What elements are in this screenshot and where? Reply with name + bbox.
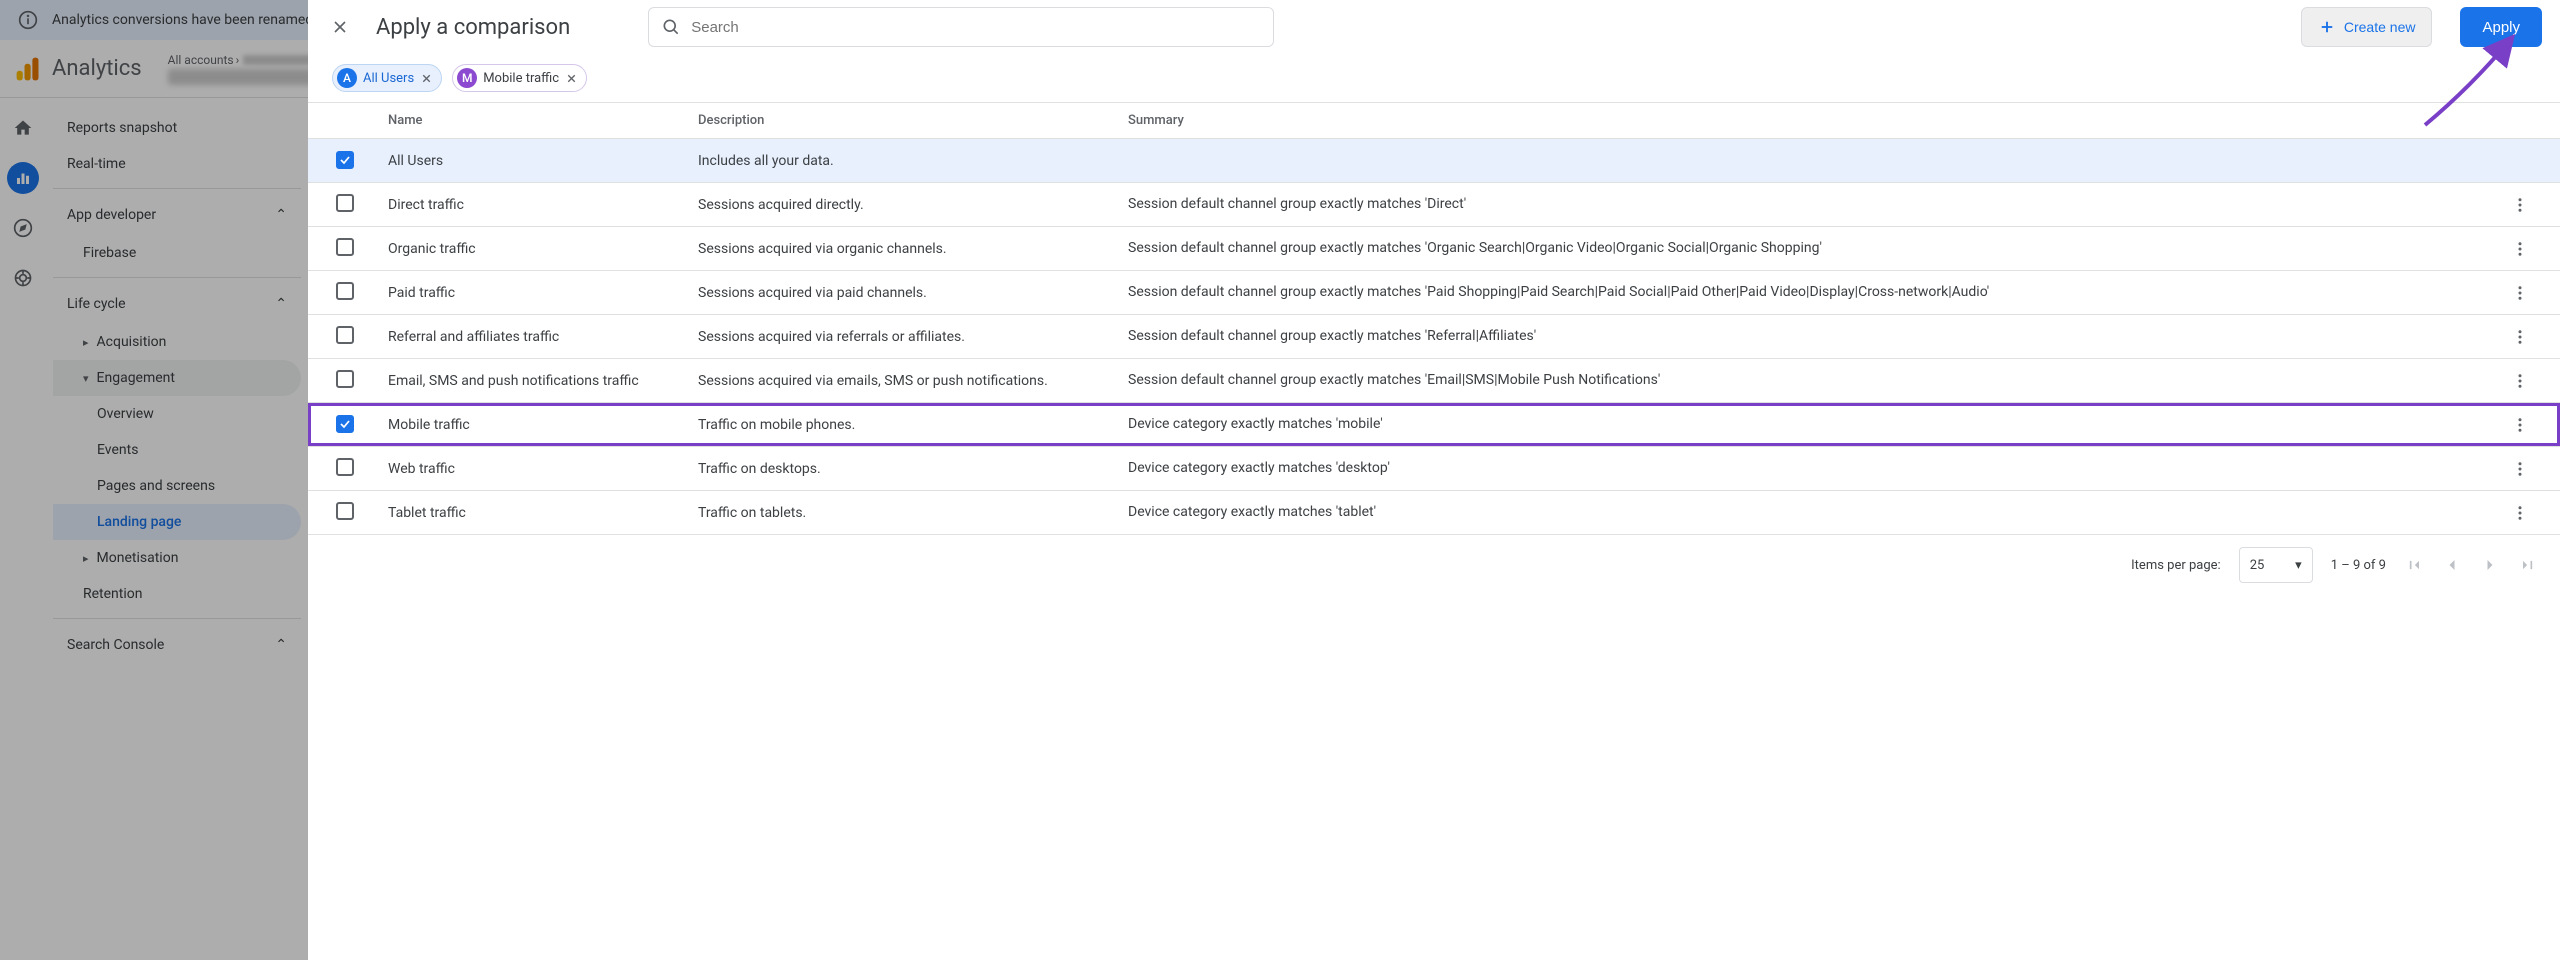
row-summary: Device category exactly matches 'tablet' <box>1128 503 2490 522</box>
row-name: Referral and affiliates traffic <box>388 329 698 345</box>
table-row[interactable]: Mobile trafficTraffic on mobile phones.D… <box>308 403 2560 447</box>
row-more-button[interactable] <box>2490 240 2550 258</box>
table-row[interactable]: Paid trafficSessions acquired via paid c… <box>308 271 2560 315</box>
row-checkbox[interactable] <box>336 194 354 212</box>
next-page-button[interactable] <box>2480 555 2500 575</box>
row-summary: Device category exactly matches 'desktop… <box>1128 459 2490 478</box>
table-row[interactable]: Organic trafficSessions acquired via org… <box>308 227 2560 271</box>
last-page-button[interactable] <box>2518 555 2538 575</box>
table-header: Name Description Summary <box>308 103 2560 139</box>
chip-badge: A <box>337 68 357 88</box>
pagination: Items per page: 25 ▾ 1 – 9 of 9 <box>308 535 2560 595</box>
search-input[interactable] <box>691 19 1261 36</box>
row-more-button[interactable] <box>2490 328 2550 346</box>
table-row[interactable]: Email, SMS and push notifications traffi… <box>308 359 2560 403</box>
row-summary: Device category exactly matches 'mobile' <box>1128 415 2490 434</box>
row-more-button[interactable] <box>2490 460 2550 478</box>
row-checkbox[interactable] <box>336 282 354 300</box>
chevron-down-icon: ▾ <box>2295 558 2302 573</box>
chip-mobile-traffic[interactable]: M Mobile traffic <box>452 64 587 92</box>
row-name: Paid traffic <box>388 285 698 301</box>
row-summary: Session default channel group exactly ma… <box>1128 195 2490 214</box>
row-description: Traffic on tablets. <box>698 505 1128 521</box>
row-description: Traffic on desktops. <box>698 461 1128 477</box>
row-name: Email, SMS and push notifications traffi… <box>388 373 698 389</box>
row-name: All Users <box>388 153 698 169</box>
create-new-button[interactable]: Create new <box>2301 7 2433 47</box>
row-summary: Session default channel group exactly ma… <box>1128 239 2490 258</box>
chip-all-users[interactable]: A All Users <box>332 64 442 92</box>
close-icon[interactable] <box>420 72 433 85</box>
row-more-button[interactable] <box>2490 372 2550 390</box>
col-name: Name <box>388 113 698 128</box>
selected-chips: A All Users M Mobile traffic <box>308 54 2560 103</box>
row-description: Sessions acquired directly. <box>698 197 1128 213</box>
row-description: Sessions acquired via referrals or affil… <box>698 329 1128 345</box>
col-description: Description <box>698 113 1128 128</box>
table-row[interactable]: Referral and affiliates trafficSessions … <box>308 315 2560 359</box>
row-name: Mobile traffic <box>388 417 698 433</box>
row-checkbox[interactable] <box>336 415 354 433</box>
row-checkbox[interactable] <box>336 326 354 344</box>
row-more-button[interactable] <box>2490 196 2550 214</box>
row-summary: Session default channel group exactly ma… <box>1128 327 2490 346</box>
plus-icon <box>2318 18 2336 36</box>
row-description: Sessions acquired via organic channels. <box>698 241 1128 257</box>
row-checkbox[interactable] <box>336 370 354 388</box>
row-description: Includes all your data. <box>698 153 1128 169</box>
row-name: Organic traffic <box>388 241 698 257</box>
row-summary: Session default channel group exactly ma… <box>1128 371 2490 390</box>
search-field[interactable] <box>648 7 1274 47</box>
row-description: Traffic on mobile phones. <box>698 417 1128 433</box>
modal-title: Apply a comparison <box>376 15 570 40</box>
close-icon[interactable] <box>565 72 578 85</box>
row-name: Web traffic <box>388 461 698 477</box>
items-per-page-label: Items per page: <box>2131 558 2221 573</box>
row-checkbox[interactable] <box>336 458 354 476</box>
apply-button[interactable]: Apply <box>2460 7 2542 47</box>
table-row[interactable]: Web trafficTraffic on desktops.Device ca… <box>308 447 2560 491</box>
row-checkbox[interactable] <box>336 502 354 520</box>
col-summary: Summary <box>1128 113 2490 128</box>
row-summary: Session default channel group exactly ma… <box>1128 283 2490 302</box>
page-range: 1 – 9 of 9 <box>2331 558 2386 573</box>
table-row[interactable]: All UsersIncludes all your data. <box>308 139 2560 183</box>
row-more-button[interactable] <box>2490 284 2550 302</box>
comparison-modal: Apply a comparison Create new Apply A Al… <box>308 0 2560 960</box>
row-checkbox[interactable] <box>336 238 354 256</box>
row-name: Tablet traffic <box>388 505 698 521</box>
close-button[interactable] <box>322 9 358 45</box>
row-more-button[interactable] <box>2490 416 2550 434</box>
prev-page-button[interactable] <box>2442 555 2462 575</box>
row-more-button[interactable] <box>2490 504 2550 522</box>
row-checkbox[interactable] <box>336 151 354 169</box>
table-row[interactable]: Tablet trafficTraffic on tablets.Device … <box>308 491 2560 535</box>
table-row[interactable]: Direct trafficSessions acquired directly… <box>308 183 2560 227</box>
row-description: Sessions acquired via emails, SMS or pus… <box>698 373 1128 389</box>
search-icon <box>661 17 681 37</box>
row-description: Sessions acquired via paid channels. <box>698 285 1128 301</box>
first-page-button[interactable] <box>2404 555 2424 575</box>
row-name: Direct traffic <box>388 197 698 213</box>
chip-badge: M <box>457 68 477 88</box>
page-size-select[interactable]: 25 ▾ <box>2239 547 2313 583</box>
